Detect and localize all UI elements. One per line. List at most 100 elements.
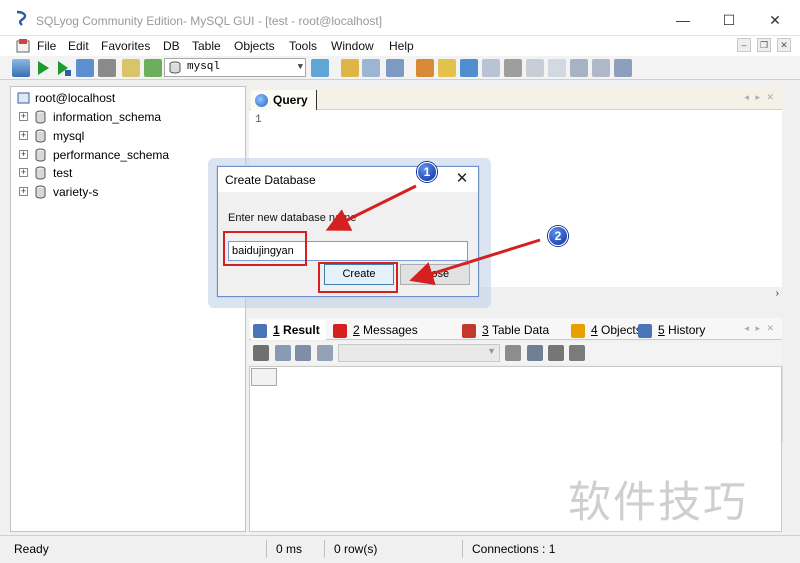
database-name-label: Enter new database name (228, 212, 357, 224)
execute-all-icon[interactable] (54, 59, 72, 77)
tab-label: Objects (601, 323, 642, 337)
clean-icon[interactable] (341, 59, 359, 77)
tab-nav-arrows-icon[interactable]: ◂ ▸ ✕ (744, 323, 776, 334)
maximize-button[interactable]: ☐ (706, 6, 752, 34)
tab-label: History (668, 323, 706, 337)
tree-item-database[interactable]: + mysql (11, 127, 241, 145)
database-icon (169, 61, 181, 74)
menu-tools[interactable]: Tools (289, 39, 317, 53)
tree-item-database[interactable]: + information_schema (11, 108, 241, 126)
objects-icon (571, 323, 585, 338)
step-badge-2: 2 (548, 226, 568, 246)
backup-icon[interactable] (416, 59, 434, 77)
format-icon[interactable] (122, 59, 140, 77)
menu-window[interactable]: Window (331, 39, 374, 53)
expand-icon[interactable]: + (19, 168, 28, 178)
result-tab-strip: 1 Result 2 Messages 3 Table Data 4 Objects 5… (249, 318, 782, 340)
tab-query[interactable]: Query (251, 90, 317, 110)
database-icon (35, 185, 46, 199)
result-filter-combo[interactable]: ▼ (338, 344, 500, 362)
tree-item-database[interactable]: + variety-s (11, 183, 241, 201)
close-window-button[interactable]: ✕ (752, 6, 798, 34)
minimize-button[interactable]: — (660, 6, 706, 34)
database-icon (35, 148, 46, 162)
query-tab-strip: Query ◂ ▸ ✕ (249, 88, 782, 110)
tree-item-database[interactable]: + performance_schema (11, 146, 241, 164)
delete-row-icon[interactable] (548, 345, 564, 361)
menu-file[interactable]: File (37, 39, 56, 53)
mdi-minimize-button[interactable]: – (737, 38, 751, 52)
tree-item-label: performance_schema (53, 147, 170, 162)
export-icon[interactable] (504, 59, 522, 77)
result-text-icon[interactable] (275, 345, 291, 361)
relationships-icon[interactable] (614, 59, 632, 77)
expand-icon[interactable]: + (19, 187, 28, 197)
refresh-icon[interactable] (144, 59, 162, 77)
connect-icon[interactable] (12, 59, 30, 77)
step-badge-1: 1 (417, 162, 437, 182)
result-form-icon[interactable] (295, 345, 311, 361)
watermark: 软件技巧 (568, 478, 748, 528)
chevron-down-icon: ▼ (297, 62, 303, 72)
cancel-changes-icon[interactable] (569, 345, 585, 361)
table-icon (253, 323, 267, 338)
tab-label: Table Data (491, 323, 550, 337)
document-menu-icon[interactable] (15, 38, 31, 54)
expand-icon[interactable]: + (19, 112, 28, 121)
menu-favorites[interactable]: Favorites (101, 39, 150, 53)
chevron-right-icon[interactable]: › (776, 288, 779, 299)
expand-icon[interactable]: + (19, 130, 28, 140)
menu-edit[interactable]: Edit (68, 39, 89, 53)
server-icon (17, 92, 30, 104)
exec-time: 0 ms (276, 542, 303, 556)
result-grid-icon[interactable] (253, 345, 269, 361)
procedure-icon[interactable] (592, 59, 610, 77)
grid-corner-cell[interactable] (251, 368, 277, 386)
stop-icon[interactable] (98, 59, 116, 77)
menu-help[interactable]: Help (389, 39, 414, 53)
expand-icon[interactable]: + (19, 149, 28, 159)
menu-table[interactable]: Table (192, 39, 221, 53)
status-divider (462, 540, 463, 558)
save-icon[interactable] (527, 345, 543, 361)
tab-shortcut-number: 5 (658, 323, 665, 337)
tab-result[interactable]: 1 Result (251, 320, 326, 340)
tab-shortcut-number: 2 (353, 323, 360, 337)
connection-node[interactable]: root@localhost (11, 89, 241, 107)
tab-shortcut-number: 3 (482, 323, 489, 337)
schema-icon[interactable] (386, 59, 404, 77)
dialog-close-icon[interactable]: ✕ (452, 170, 472, 188)
tab-table-data[interactable]: 3 Table Data (462, 320, 549, 340)
index-icon[interactable] (548, 59, 566, 77)
status-divider (324, 540, 325, 558)
tab-messages[interactable]: 2 Messages (333, 320, 418, 340)
search-icon[interactable] (362, 59, 380, 77)
result-export-icon[interactable] (317, 345, 333, 361)
structure-icon[interactable] (526, 59, 544, 77)
close-button[interactable]: Close (400, 264, 470, 285)
add-row-icon[interactable] (505, 345, 521, 361)
tab-history[interactable]: 5 History (638, 320, 705, 340)
menu-db[interactable]: DB (163, 39, 180, 53)
tab-label: Result (283, 323, 320, 337)
grid-icon[interactable] (76, 59, 94, 77)
mdi-close-button[interactable]: ✕ (777, 38, 791, 52)
tree-item-database[interactable]: + test (11, 164, 241, 182)
execute-query-icon[interactable] (34, 59, 52, 77)
menu-objects[interactable]: Objects (234, 39, 275, 53)
database-select[interactable]: mysql ▼ (164, 58, 306, 77)
tab-query-label: Query (273, 93, 308, 107)
import-icon[interactable] (438, 59, 456, 77)
tab-nav-arrows-icon[interactable]: ◂ ▸ ✕ (744, 92, 776, 103)
table-icon[interactable] (482, 59, 500, 77)
main-toolbar: mysql ▼ (0, 56, 800, 80)
dialog-title: Create Database (225, 173, 316, 187)
tree-item-label: test (53, 166, 73, 181)
grid-vertical-scrollbar[interactable] (782, 366, 800, 442)
tree-item-label: mysql (53, 128, 85, 143)
view-icon[interactable] (570, 59, 588, 77)
mdi-restore-button[interactable]: ❐ (757, 38, 771, 52)
copy-db-icon[interactable] (460, 59, 478, 77)
users-icon[interactable] (311, 59, 329, 77)
tab-objects[interactable]: 4 Objects (571, 320, 642, 340)
